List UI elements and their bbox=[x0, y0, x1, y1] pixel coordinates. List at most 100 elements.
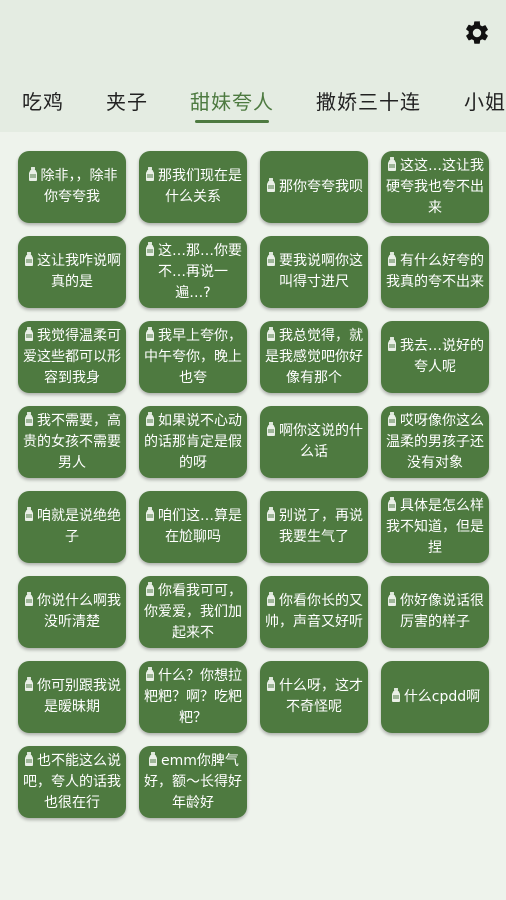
tab-jiazi[interactable]: 夹子 bbox=[106, 86, 148, 115]
phrase-card[interactable]: 你看我可可，你爱爱，我们加起来不 bbox=[139, 576, 247, 648]
phrase-card-content: 哎呀像你这么温柔的男孩子还没有对象 bbox=[386, 411, 484, 474]
phrase-text: 别说了，再说我要生气了 bbox=[279, 508, 363, 545]
bottle-icon bbox=[390, 687, 404, 705]
tab-chiji[interactable]: 吃鸡 bbox=[22, 86, 64, 115]
bottle-icon bbox=[27, 167, 41, 184]
phrase-card-content: 有什么好夸的我真的夸不出来 bbox=[386, 251, 484, 293]
phrase-card-content: 这…那…你要不…再说一遍…? bbox=[144, 241, 242, 304]
phrase-card[interactable]: 这这…这让我硬夸我也夸不出来 bbox=[381, 151, 489, 223]
phrase-card[interactable]: 要我说啊你这叫得寸进尺 bbox=[260, 236, 368, 308]
phrase-card-content: 什么呀，这才不奇怪呢 bbox=[265, 676, 363, 718]
phrase-card[interactable]: 你看你长的又帅，声音又好听 bbox=[260, 576, 368, 648]
phrase-card-content: 具体是怎么样我不知道，但是捏 bbox=[386, 496, 484, 559]
phrase-card[interactable]: 你可别跟我说是暧昧期 bbox=[18, 661, 126, 733]
phrase-card[interactable]: 咱们这…算是在尬聊吗 bbox=[139, 491, 247, 563]
phrase-card-content: 也不能这么说吧，夸人的话我也很在行 bbox=[23, 751, 121, 814]
gear-icon[interactable] bbox=[462, 18, 492, 48]
phrase-card-content: 这这…这让我硬夸我也夸不出来 bbox=[386, 156, 484, 219]
bottle-icon bbox=[386, 411, 400, 429]
phrase-text: 什么？你想拉粑粑？啊？吃粑粑？ bbox=[144, 667, 242, 726]
phrase-text: 我去…说好的夸人呢 bbox=[400, 338, 484, 375]
tab-tianmei-kuaren[interactable]: 甜妹夸人 bbox=[190, 86, 274, 115]
bottle-icon bbox=[386, 156, 400, 174]
phrase-card-content: 如果说不心动的话那肯定是假的呀 bbox=[144, 411, 242, 474]
phrase-card-content: 你看我可可，你爱爱，我们加起来不 bbox=[144, 581, 242, 644]
phrase-text: 你看我可可，你爱爱，我们加起来不 bbox=[144, 582, 242, 641]
phrase-card-content: 我去…说好的夸人呢 bbox=[386, 336, 484, 378]
phrase-card-content: 咱就是说绝绝子 bbox=[23, 506, 121, 548]
bottle-icon bbox=[386, 496, 400, 514]
phrase-text: 要我说啊你这叫得寸进尺 bbox=[279, 253, 363, 290]
phrase-text: 你看你长的又帅，声音又好听 bbox=[265, 593, 363, 630]
phrase-card-content: 我早上夸你，中午夸你，晚上也夸 bbox=[144, 326, 242, 389]
phrase-card-content: 这让我咋说啊真的是 bbox=[23, 251, 121, 293]
phrase-card[interactable]: 如果说不心动的话那肯定是假的呀 bbox=[139, 406, 247, 478]
phrase-card[interactable]: 有什么好夸的我真的夸不出来 bbox=[381, 236, 489, 308]
phrase-card-content: 什么？你想拉粑粑？啊？吃粑粑？ bbox=[144, 666, 242, 729]
phrase-card-content: 那你夸夸我呗 bbox=[265, 177, 363, 198]
phrase-card[interactable]: 我去…说好的夸人呢 bbox=[381, 321, 489, 393]
phrase-text: 我觉得温柔可爱这些都可以形容到我身 bbox=[23, 327, 121, 386]
phrase-card[interactable]: 别说了，再说我要生气了 bbox=[260, 491, 368, 563]
phrase-card[interactable]: 什么cpdd啊 bbox=[381, 661, 489, 733]
phrase-text: 什么呀，这才不奇怪呢 bbox=[279, 678, 363, 715]
phrase-card[interactable]: 什么？你想拉粑粑？啊？吃粑粑？ bbox=[139, 661, 247, 733]
phrase-card-content: 你看你长的又帅，声音又好听 bbox=[265, 591, 363, 633]
phrase-text: 啊你这说的什么话 bbox=[279, 423, 363, 460]
bottle-icon bbox=[144, 507, 158, 524]
phrase-text: 我早上夸你，中午夸你，晚上也夸 bbox=[144, 327, 242, 386]
phrase-card-content: 你好像说话很厉害的样子 bbox=[386, 591, 484, 633]
phrase-text: 咱们这…算是在尬聊吗 bbox=[158, 508, 242, 545]
phrase-text: 有什么好夸的我真的夸不出来 bbox=[386, 253, 484, 290]
phrase-text: 具体是怎么样我不知道，但是捏 bbox=[386, 497, 484, 556]
tab-xiaojie[interactable]: 小姐 bbox=[464, 86, 506, 115]
phrase-card[interactable]: 你好像说话很厉害的样子 bbox=[381, 576, 489, 648]
phrase-card-content: 别说了，再说我要生气了 bbox=[265, 506, 363, 548]
phrase-card-content: 我不需要，高贵的女孩不需要男人 bbox=[23, 411, 121, 474]
bottle-icon bbox=[23, 677, 37, 694]
phrase-card[interactable]: 我觉得温柔可爱这些都可以形容到我身 bbox=[18, 321, 126, 393]
bottle-icon bbox=[144, 581, 158, 599]
bottle-icon bbox=[386, 252, 400, 269]
phrase-card[interactable]: 除非，，除非你夸夸我 bbox=[18, 151, 126, 223]
phrase-card[interactable]: 具体是怎么样我不知道，但是捏 bbox=[381, 491, 489, 563]
phrase-card[interactable]: 我早上夸你，中午夸你，晚上也夸 bbox=[139, 321, 247, 393]
phrase-card[interactable]: 那你夸夸我呗 bbox=[260, 151, 368, 223]
phrase-card[interactable]: 那我们现在是什么关系 bbox=[139, 151, 247, 223]
bottle-icon bbox=[265, 677, 279, 694]
phrase-card[interactable]: 这…那…你要不…再说一遍…? bbox=[139, 236, 247, 308]
phrase-card-content: 我总觉得，就是我感觉吧你好像有那个 bbox=[265, 326, 363, 389]
phrase-card-content: emm你脾气好，额～长得好年龄好 bbox=[144, 751, 242, 814]
bottle-icon bbox=[23, 411, 37, 429]
bottle-icon bbox=[23, 592, 37, 609]
phrase-card-content: 除非，，除非你夸夸我 bbox=[23, 166, 121, 208]
tab-sajiao-sanshilian[interactable]: 撒娇三十连 bbox=[316, 86, 421, 115]
bottle-icon bbox=[265, 177, 279, 195]
phrase-card[interactable]: 我不需要，高贵的女孩不需要男人 bbox=[18, 406, 126, 478]
phrase-card-content: 我觉得温柔可爱这些都可以形容到我身 bbox=[23, 326, 121, 389]
phrase-text: 什么cpdd啊 bbox=[403, 688, 481, 705]
bottle-icon bbox=[144, 326, 158, 344]
phrase-card[interactable]: 这让我咋说啊真的是 bbox=[18, 236, 126, 308]
phrase-card[interactable]: 我总觉得，就是我感觉吧你好像有那个 bbox=[260, 321, 368, 393]
tab-bar: 吃鸡 夹子 甜妹夸人 撒娇三十连 小姐 bbox=[0, 78, 506, 126]
bottle-icon bbox=[386, 337, 400, 354]
phrase-card[interactable]: 你说什么啊我没听清楚 bbox=[18, 576, 126, 648]
phrase-card[interactable]: 哎呀像你这么温柔的男孩子还没有对象 bbox=[381, 406, 489, 478]
phrase-card-content: 啊你这说的什么话 bbox=[265, 421, 363, 463]
bottle-icon bbox=[144, 411, 158, 429]
bottle-icon bbox=[23, 751, 37, 769]
phrase-card[interactable]: 咱就是说绝绝子 bbox=[18, 491, 126, 563]
phrase-text: 你说什么啊我没听清楚 bbox=[37, 593, 121, 630]
phrase-card[interactable]: 什么呀，这才不奇怪呢 bbox=[260, 661, 368, 733]
active-tab-indicator bbox=[195, 120, 269, 123]
phrase-card[interactable]: 也不能这么说吧，夸人的话我也很在行 bbox=[18, 746, 126, 818]
phrase-card-content: 你说什么啊我没听清楚 bbox=[23, 591, 121, 633]
phrase-text: 我不需要，高贵的女孩不需要男人 bbox=[23, 412, 121, 471]
phrase-card[interactable]: 啊你这说的什么话 bbox=[260, 406, 368, 478]
bottle-icon bbox=[144, 241, 158, 259]
phrase-card-content: 你可别跟我说是暧昧期 bbox=[23, 676, 121, 718]
phrase-text: 你可别跟我说是暧昧期 bbox=[37, 678, 121, 715]
bottle-icon bbox=[144, 666, 158, 684]
phrase-card[interactable]: emm你脾气好，额～长得好年龄好 bbox=[139, 746, 247, 818]
